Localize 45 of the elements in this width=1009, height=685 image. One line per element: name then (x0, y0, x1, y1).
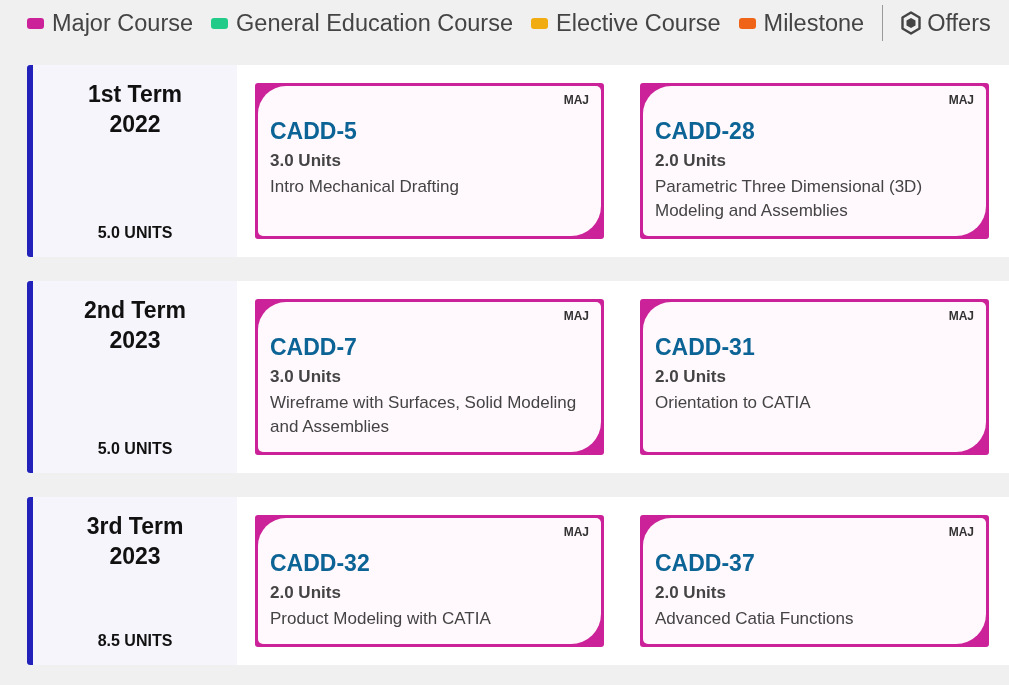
course-type-tag: MAJ (563, 525, 589, 539)
legend-label: Elective Course (556, 9, 721, 37)
course-card[interactable]: MAJ CADD-7 3.0 Units Wireframe with Surfaces, Solid Modeling and Assemblies (255, 299, 604, 455)
course-code: CADD-5 (270, 117, 357, 145)
course-card[interactable]: MAJ CADD-31 2.0 Units Orientation to CATIA (640, 299, 989, 455)
term-units: 8.5 UNITS (97, 632, 173, 650)
term-title: 1st Term (87, 80, 183, 109)
course-type-tag: MAJ (948, 309, 974, 323)
course-card[interactable]: MAJ CADD-28 2.0 Units Parametric Three Dimensional (3D) Modeling and Assemblies (640, 83, 989, 239)
course-code: CADD-32 (270, 549, 370, 577)
course-units: 2.0 Units (655, 582, 726, 604)
legend-label: Major Course (52, 9, 194, 37)
course-type-tag: MAJ (563, 309, 589, 323)
term-units: 5.0 UNITS (97, 440, 173, 458)
course-name: Product Modeling with CATIA (270, 608, 492, 630)
course-name: Orientation to CATIA (655, 392, 812, 414)
course-card[interactable]: MAJ CADD-32 2.0 Units Product Modeling with CATIA (255, 515, 604, 647)
term-title: 2nd Term (84, 296, 186, 325)
term-year: 2023 (109, 326, 161, 355)
course-name: Advanced Catia Functions (655, 608, 855, 630)
course-units: 3.0 Units (270, 366, 341, 388)
term-year: 2022 (109, 110, 161, 139)
course-name: Intro Mechanical Drafting (270, 176, 460, 198)
term-title: 3rd Term (86, 512, 184, 541)
course-code: CADD-28 (655, 117, 755, 145)
course-units: 2.0 Units (270, 582, 341, 604)
term-units: 5.0 UNITS (97, 224, 173, 242)
course-type-tag: MAJ (948, 93, 974, 107)
course-card[interactable]: MAJ CADD-37 2.0 Units Advanced Catia Functions (640, 515, 989, 647)
course-code: CADD-7 (270, 333, 357, 361)
course-units: 2.0 Units (655, 366, 726, 388)
course-units: 3.0 Units (270, 150, 341, 172)
hexagon-icon (900, 11, 923, 35)
legend-label: General Education Course (236, 9, 513, 37)
legend-label: Milestone (763, 9, 865, 37)
course-name: Wireframe with Surfaces, Solid Modeling and Assemblies (270, 392, 578, 438)
course-type-tag: MAJ (563, 93, 589, 107)
course-card[interactable]: MAJ CADD-5 3.0 Units Intro Mechanical Drafting (255, 83, 604, 239)
course-name: Parametric Three Dimensional (3D) Modeling and Assemblies (655, 176, 924, 222)
course-units: 2.0 Units (655, 150, 726, 172)
legend-label: Offers (927, 9, 991, 37)
course-type-tag: MAJ (948, 525, 974, 539)
course-code: CADD-37 (655, 549, 755, 577)
term-year: 2023 (109, 542, 161, 571)
course-code: CADD-31 (655, 333, 755, 361)
